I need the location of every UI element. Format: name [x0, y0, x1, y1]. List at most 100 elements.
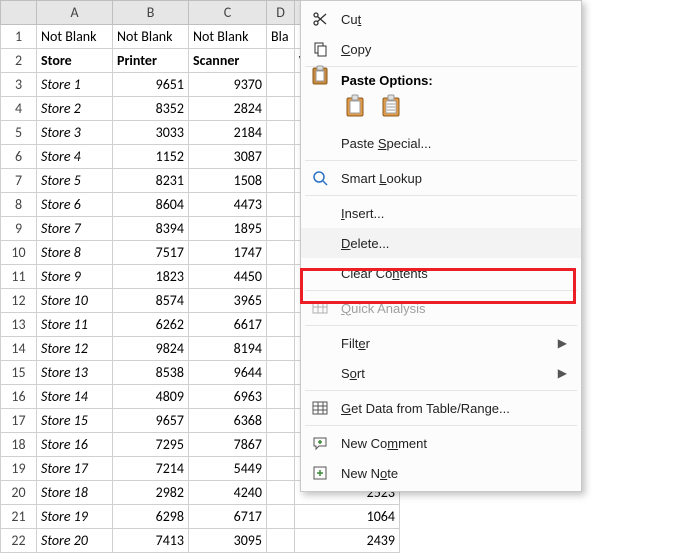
cell-B11[interactable]: 1823 — [113, 265, 189, 289]
cell-A2[interactable]: Store — [37, 49, 113, 73]
cell-A12[interactable]: Store 10 — [37, 289, 113, 313]
cell-D14[interactable] — [267, 337, 295, 361]
cell-B3[interactable]: 9651 — [113, 73, 189, 97]
cell-A22[interactable]: Store 20 — [37, 529, 113, 553]
menu-smart-lookup[interactable]: Smart Lookup — [301, 163, 581, 193]
cell-D5[interactable] — [267, 121, 295, 145]
row-header-14[interactable]: 14 — [1, 337, 37, 361]
row-header-15[interactable]: 15 — [1, 361, 37, 385]
row-header-20[interactable]: 20 — [1, 481, 37, 505]
select-all-corner[interactable] — [1, 1, 37, 25]
cell-D4[interactable] — [267, 97, 295, 121]
row-header-7[interactable]: 7 — [1, 169, 37, 193]
column-header-C[interactable]: C — [189, 1, 267, 25]
cell-D16[interactable] — [267, 385, 295, 409]
cell-C18[interactable]: 7867 — [189, 433, 267, 457]
cell-D18[interactable] — [267, 433, 295, 457]
row-header-22[interactable]: 22 — [1, 529, 37, 553]
row-header-19[interactable]: 19 — [1, 457, 37, 481]
menu-filter[interactable]: Filter ▶ — [301, 328, 581, 358]
cell-B1[interactable]: Not Blank — [113, 25, 189, 49]
cell-A5[interactable]: Store 3 — [37, 121, 113, 145]
cell-A18[interactable]: Store 16 — [37, 433, 113, 457]
cell-B17[interactable]: 9657 — [113, 409, 189, 433]
cell-A6[interactable]: Store 4 — [37, 145, 113, 169]
cell-A15[interactable]: Store 13 — [37, 361, 113, 385]
cell-D12[interactable] — [267, 289, 295, 313]
cell-D15[interactable] — [267, 361, 295, 385]
cell-A3[interactable]: Store 1 — [37, 73, 113, 97]
cell-C2[interactable]: Scanner — [189, 49, 267, 73]
cell-B7[interactable]: 8231 — [113, 169, 189, 193]
cell-A10[interactable]: Store 8 — [37, 241, 113, 265]
cell-C17[interactable]: 6368 — [189, 409, 267, 433]
cell-B12[interactable]: 8574 — [113, 289, 189, 313]
cell-C5[interactable]: 2184 — [189, 121, 267, 145]
cell-D22[interactable] — [267, 529, 295, 553]
cell-C15[interactable]: 9644 — [189, 361, 267, 385]
cell-B22[interactable]: 7413 — [113, 529, 189, 553]
cell-C4[interactable]: 2824 — [189, 97, 267, 121]
menu-insert[interactable]: Insert... — [301, 198, 581, 228]
row-header-1[interactable]: 1 — [1, 25, 37, 49]
cell-B4[interactable]: 8352 — [113, 97, 189, 121]
cell-A19[interactable]: Store 17 — [37, 457, 113, 481]
cell-D9[interactable] — [267, 217, 295, 241]
cell-D10[interactable] — [267, 241, 295, 265]
cell-D19[interactable] — [267, 457, 295, 481]
cell-A7[interactable]: Store 5 — [37, 169, 113, 193]
row-header-8[interactable]: 8 — [1, 193, 37, 217]
cell-D17[interactable] — [267, 409, 295, 433]
row-header-2[interactable]: 2 — [1, 49, 37, 73]
cell-C7[interactable]: 1508 — [189, 169, 267, 193]
cell-B19[interactable]: 7214 — [113, 457, 189, 481]
column-header-D[interactable]: D — [267, 1, 295, 25]
cell-C12[interactable]: 3965 — [189, 289, 267, 313]
row-header-6[interactable]: 6 — [1, 145, 37, 169]
cell-C9[interactable]: 1895 — [189, 217, 267, 241]
cell-C13[interactable]: 6617 — [189, 313, 267, 337]
cell-A17[interactable]: Store 15 — [37, 409, 113, 433]
menu-get-data[interactable]: Get Data from Table/Range... — [301, 393, 581, 423]
cell-C21[interactable]: 6717 — [189, 505, 267, 529]
cell-A20[interactable]: Store 18 — [37, 481, 113, 505]
row-header-17[interactable]: 17 — [1, 409, 37, 433]
menu-sort[interactable]: Sort ▶ — [301, 358, 581, 388]
row-header-13[interactable]: 13 — [1, 313, 37, 337]
cell-D1[interactable]: Bla — [267, 25, 295, 49]
row-header-21[interactable]: 21 — [1, 505, 37, 529]
row-header-9[interactable]: 9 — [1, 217, 37, 241]
cell-D2[interactable] — [267, 49, 295, 73]
cell-A8[interactable]: Store 6 — [37, 193, 113, 217]
cell-D21[interactable] — [267, 505, 295, 529]
cell-H22[interactable]: 2439 — [295, 529, 400, 553]
cell-C14[interactable]: 8194 — [189, 337, 267, 361]
cell-B2[interactable]: Printer — [113, 49, 189, 73]
row-header-4[interactable]: 4 — [1, 97, 37, 121]
cell-B18[interactable]: 7295 — [113, 433, 189, 457]
cell-D3[interactable] — [267, 73, 295, 97]
cell-A13[interactable]: Store 11 — [37, 313, 113, 337]
cell-C3[interactable]: 9370 — [189, 73, 267, 97]
menu-delete[interactable]: Delete... — [301, 228, 581, 258]
cell-B20[interactable]: 2982 — [113, 481, 189, 505]
cell-B5[interactable]: 3033 — [113, 121, 189, 145]
cell-B6[interactable]: 1152 — [113, 145, 189, 169]
menu-new-comment[interactable]: New Comment — [301, 428, 581, 458]
menu-cut[interactable]: Cut — [301, 4, 581, 34]
column-header-B[interactable]: B — [113, 1, 189, 25]
cell-A14[interactable]: Store 12 — [37, 337, 113, 361]
cell-C19[interactable]: 5449 — [189, 457, 267, 481]
cell-C11[interactable]: 4450 — [189, 265, 267, 289]
cell-D11[interactable] — [267, 265, 295, 289]
cell-D7[interactable] — [267, 169, 295, 193]
row-header-12[interactable]: 12 — [1, 289, 37, 313]
cell-C6[interactable]: 3087 — [189, 145, 267, 169]
cell-C8[interactable]: 4473 — [189, 193, 267, 217]
cell-D6[interactable] — [267, 145, 295, 169]
cell-B21[interactable]: 6298 — [113, 505, 189, 529]
cell-D13[interactable] — [267, 313, 295, 337]
cell-A9[interactable]: Store 7 — [37, 217, 113, 241]
row-header-5[interactable]: 5 — [1, 121, 37, 145]
cell-B14[interactable]: 9824 — [113, 337, 189, 361]
